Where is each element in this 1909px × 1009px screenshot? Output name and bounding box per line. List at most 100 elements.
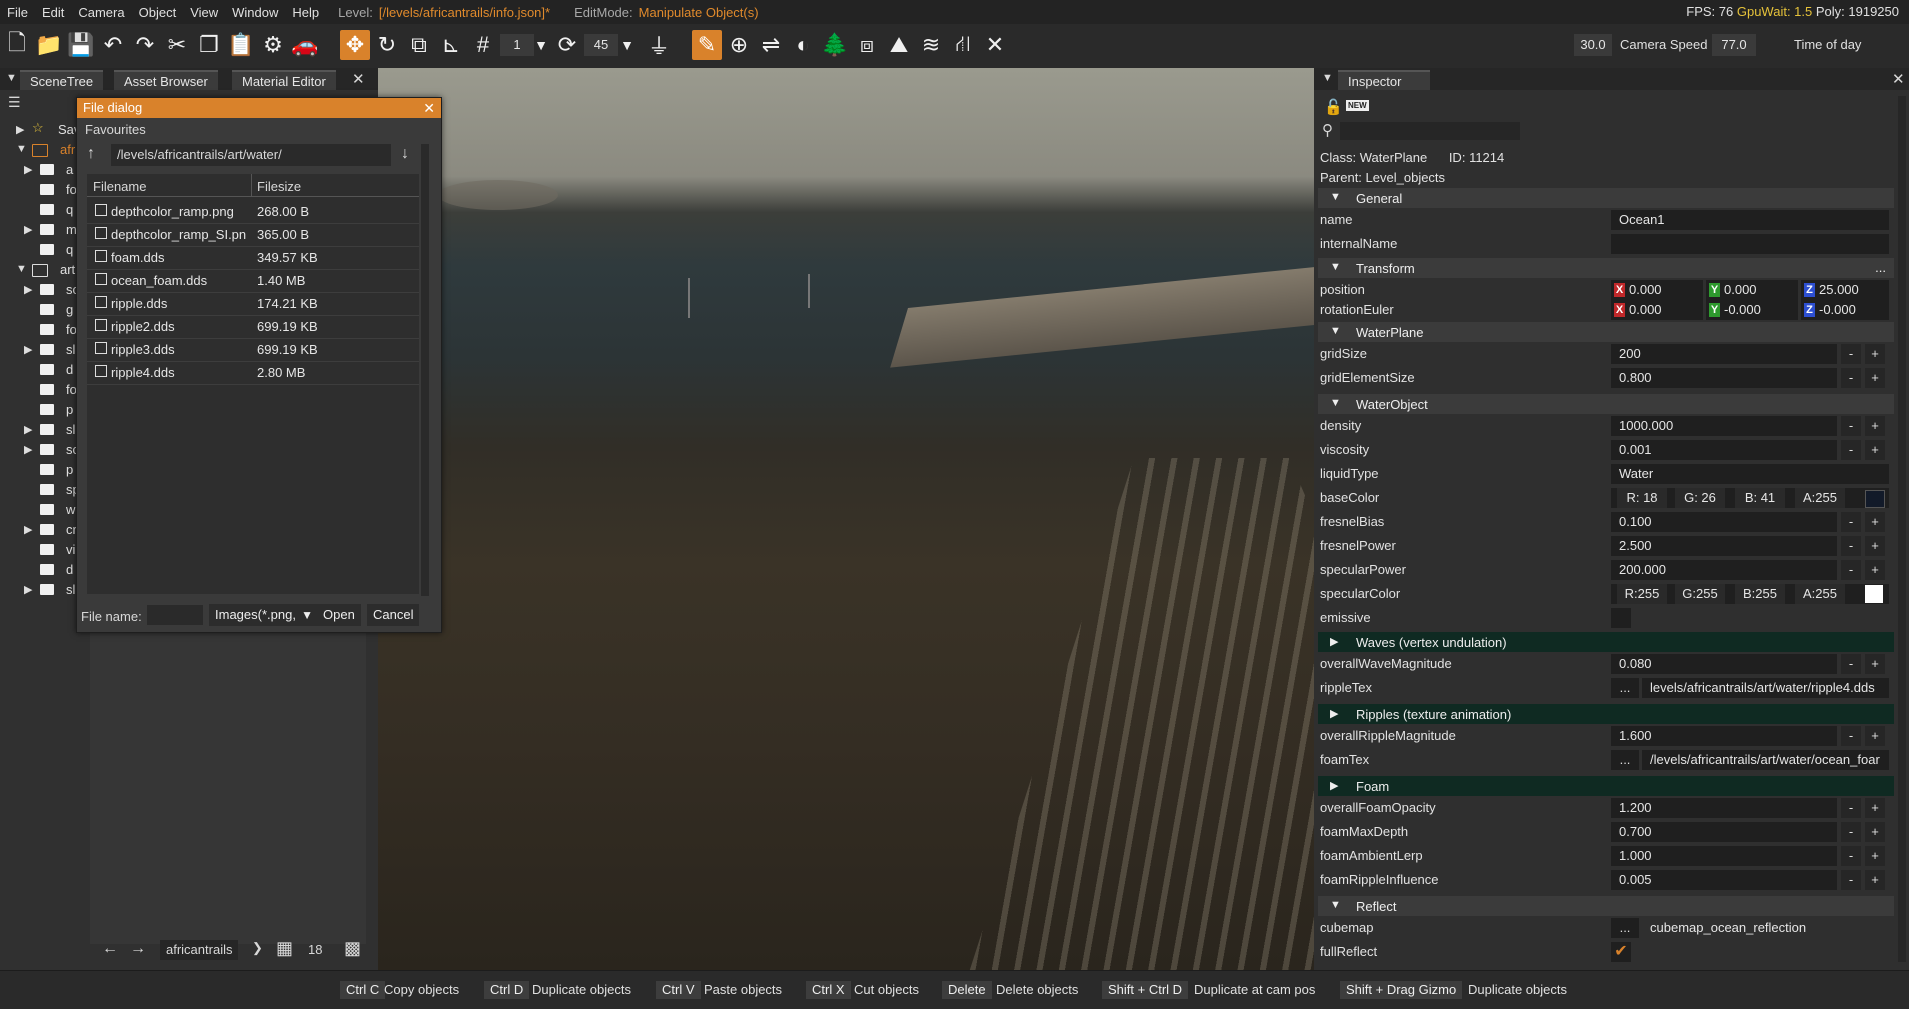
viscosity-field[interactable]: 0.001 — [1611, 440, 1837, 460]
tree-row[interactable]: p — [0, 400, 80, 420]
increment-button[interactable]: + — [1865, 870, 1885, 890]
foamtex-field[interactable]: /levels/africantrails/art/water/ocean_fo… — [1642, 750, 1889, 770]
file-row[interactable]: depthcolor_ramp.png 268.00 B — [87, 200, 419, 224]
close-icon[interactable]: ✕ — [1892, 70, 1905, 88]
decrement-button[interactable]: - — [1841, 560, 1861, 580]
open-button[interactable]: Open — [317, 604, 361, 626]
tree-row[interactable]: ▶ ☆ Sav — [0, 120, 80, 140]
lock-icon[interactable]: 🔓 — [1324, 98, 1343, 116]
increment-button[interactable]: + — [1865, 798, 1885, 818]
increment-button[interactable]: + — [1865, 560, 1885, 580]
copy-icon[interactable]: ❐ — [194, 30, 224, 60]
increment-button[interactable]: + — [1865, 536, 1885, 556]
tab-asset-browser[interactable]: Asset Browser — [114, 70, 218, 92]
save-icon[interactable]: 💾 — [66, 30, 96, 60]
tree-row[interactable]: d — [0, 360, 80, 380]
tree-row[interactable]: ▶ sl — [0, 580, 80, 600]
paste-icon[interactable]: 📋 — [226, 30, 256, 60]
liquidtype-field[interactable]: Water — [1611, 464, 1889, 484]
3d-viewport[interactable] — [378, 68, 1314, 970]
file-row[interactable]: ripple4.dds 2.80 MB — [87, 361, 419, 385]
specularcolor-swatch[interactable] — [1865, 585, 1883, 603]
density-field[interactable]: 1000.000 — [1611, 416, 1837, 436]
file-row[interactable]: foam.dds 349.57 KB — [87, 246, 419, 270]
close-icon[interactable]: ✕ — [352, 70, 365, 88]
foamambientlerp-field[interactable]: 1.000 — [1611, 846, 1837, 866]
specularcolor-g[interactable]: G:255 — [1675, 584, 1725, 604]
position-x-field[interactable]: X 0.000 — [1611, 280, 1703, 300]
translate-gizmo-icon[interactable]: ✥ — [340, 30, 370, 60]
gridelementsize-field[interactable]: 0.800 — [1611, 368, 1837, 388]
tree-row[interactable]: ▼ afr — [0, 140, 80, 160]
filesize-column-header[interactable]: Filesize — [257, 179, 301, 194]
filename-input[interactable] — [147, 605, 203, 625]
decrement-button[interactable]: - — [1841, 344, 1861, 364]
tree-row[interactable]: ▶ so — [0, 280, 80, 300]
tree-row[interactable]: ▶ a — [0, 160, 80, 180]
cut-icon[interactable]: ✂ — [162, 30, 192, 60]
dock-menu-icon[interactable]: ▼ — [6, 72, 17, 84]
tree-row[interactable]: fo — [0, 380, 80, 400]
decrement-button[interactable]: - — [1841, 822, 1861, 842]
file-row[interactable]: depthcolor_ramp_SI.png 365.00 B — [87, 223, 419, 247]
grid-snap-icon[interactable]: # — [468, 30, 498, 60]
rippletex-field[interactable]: levels/africantrails/art/water/ripple4.d… — [1642, 678, 1889, 698]
file-list-scrollbar[interactable] — [421, 144, 429, 596]
transform-options-button[interactable]: ... — [1875, 260, 1886, 275]
asset-path-crumb[interactable]: africantrails — [160, 940, 239, 960]
foammaxdepth-field[interactable]: 0.700 — [1611, 822, 1837, 842]
specularcolor-r[interactable]: R:255 — [1617, 584, 1667, 604]
favourites-label[interactable]: Favourites — [85, 122, 146, 137]
camera-speed-input[interactable]: 30.0 — [1574, 34, 1612, 56]
fresnelbias-field[interactable]: 0.100 — [1611, 512, 1837, 532]
menu-view[interactable]: View — [183, 5, 225, 20]
increment-button[interactable]: + — [1865, 512, 1885, 532]
new-inspector-button[interactable]: NEW — [1346, 100, 1369, 111]
section-reflect[interactable]: ▼ Reflect — [1318, 896, 1894, 916]
tree-row[interactable]: w — [0, 500, 80, 520]
file-row[interactable]: ripple2.dds 699.19 KB — [87, 315, 419, 339]
decrement-button[interactable]: - — [1841, 440, 1861, 460]
specularcolor-a[interactable]: A:255 — [1795, 584, 1845, 604]
section-foam[interactable]: ▶ Foam — [1318, 776, 1894, 796]
position-y-field[interactable]: Y 0.000 — [1706, 280, 1798, 300]
river-tool-icon[interactable]: ≋ — [916, 30, 946, 60]
chevron-right-icon[interactable]: ❯ — [252, 940, 263, 956]
ripplemagnitude-field[interactable]: 1.600 — [1611, 726, 1837, 746]
menu-camera[interactable]: Camera — [71, 5, 131, 20]
increment-button[interactable]: + — [1865, 726, 1885, 746]
cancel-button[interactable]: Cancel — [367, 604, 420, 626]
decrement-button[interactable]: - — [1841, 368, 1861, 388]
tree-row[interactable]: fo — [0, 320, 80, 340]
dock-menu-icon[interactable]: ▼ — [1322, 72, 1333, 84]
new-file-icon[interactable]: 🗋 — [2, 30, 32, 60]
foamopacity-field[interactable]: 1.200 — [1611, 798, 1837, 818]
increment-button[interactable]: + — [1865, 344, 1885, 364]
file-row[interactable]: ocean_foam.dds 1.40 MB — [87, 269, 419, 293]
up-arrow-icon[interactable]: ↑ — [87, 145, 95, 163]
section-general[interactable]: ▼ General — [1318, 188, 1894, 208]
inspector-scrollbar[interactable] — [1898, 96, 1906, 962]
large-grid-icon[interactable]: ▩ — [344, 938, 361, 959]
tree-row[interactable]: p — [0, 460, 80, 480]
decrement-button[interactable]: - — [1841, 726, 1861, 746]
file-row[interactable]: ripple3.dds 699.19 KB — [87, 338, 419, 362]
terrain-paint-icon[interactable]: ⛰ — [884, 30, 914, 60]
internalname-field[interactable] — [1611, 234, 1889, 254]
scale-gizmo-icon[interactable]: ⧉ — [404, 30, 434, 60]
list-menu-icon[interactable]: ☰ — [8, 94, 21, 111]
section-waterplane[interactable]: ▼ WaterPlane — [1318, 322, 1894, 342]
increment-button[interactable]: + — [1865, 846, 1885, 866]
name-field[interactable]: Ocean1 — [1611, 210, 1889, 230]
tree-row[interactable]: ▶ sl — [0, 420, 80, 440]
decrement-button[interactable]: - — [1841, 416, 1861, 436]
gridsize-field[interactable]: 200 — [1611, 344, 1837, 364]
decrement-button[interactable]: - — [1841, 870, 1861, 890]
vehicle-icon[interactable]: 🚗 — [290, 30, 320, 60]
tree-row[interactable]: sp — [0, 480, 80, 500]
rotation-y-field[interactable]: Y -0.000 — [1706, 300, 1798, 320]
menu-file[interactable]: File — [0, 5, 35, 20]
increment-button[interactable]: + — [1865, 416, 1885, 436]
foamrippleinfluence-field[interactable]: 0.005 — [1611, 870, 1837, 890]
section-ripples[interactable]: ▶ Ripples (texture animation) — [1318, 704, 1894, 724]
